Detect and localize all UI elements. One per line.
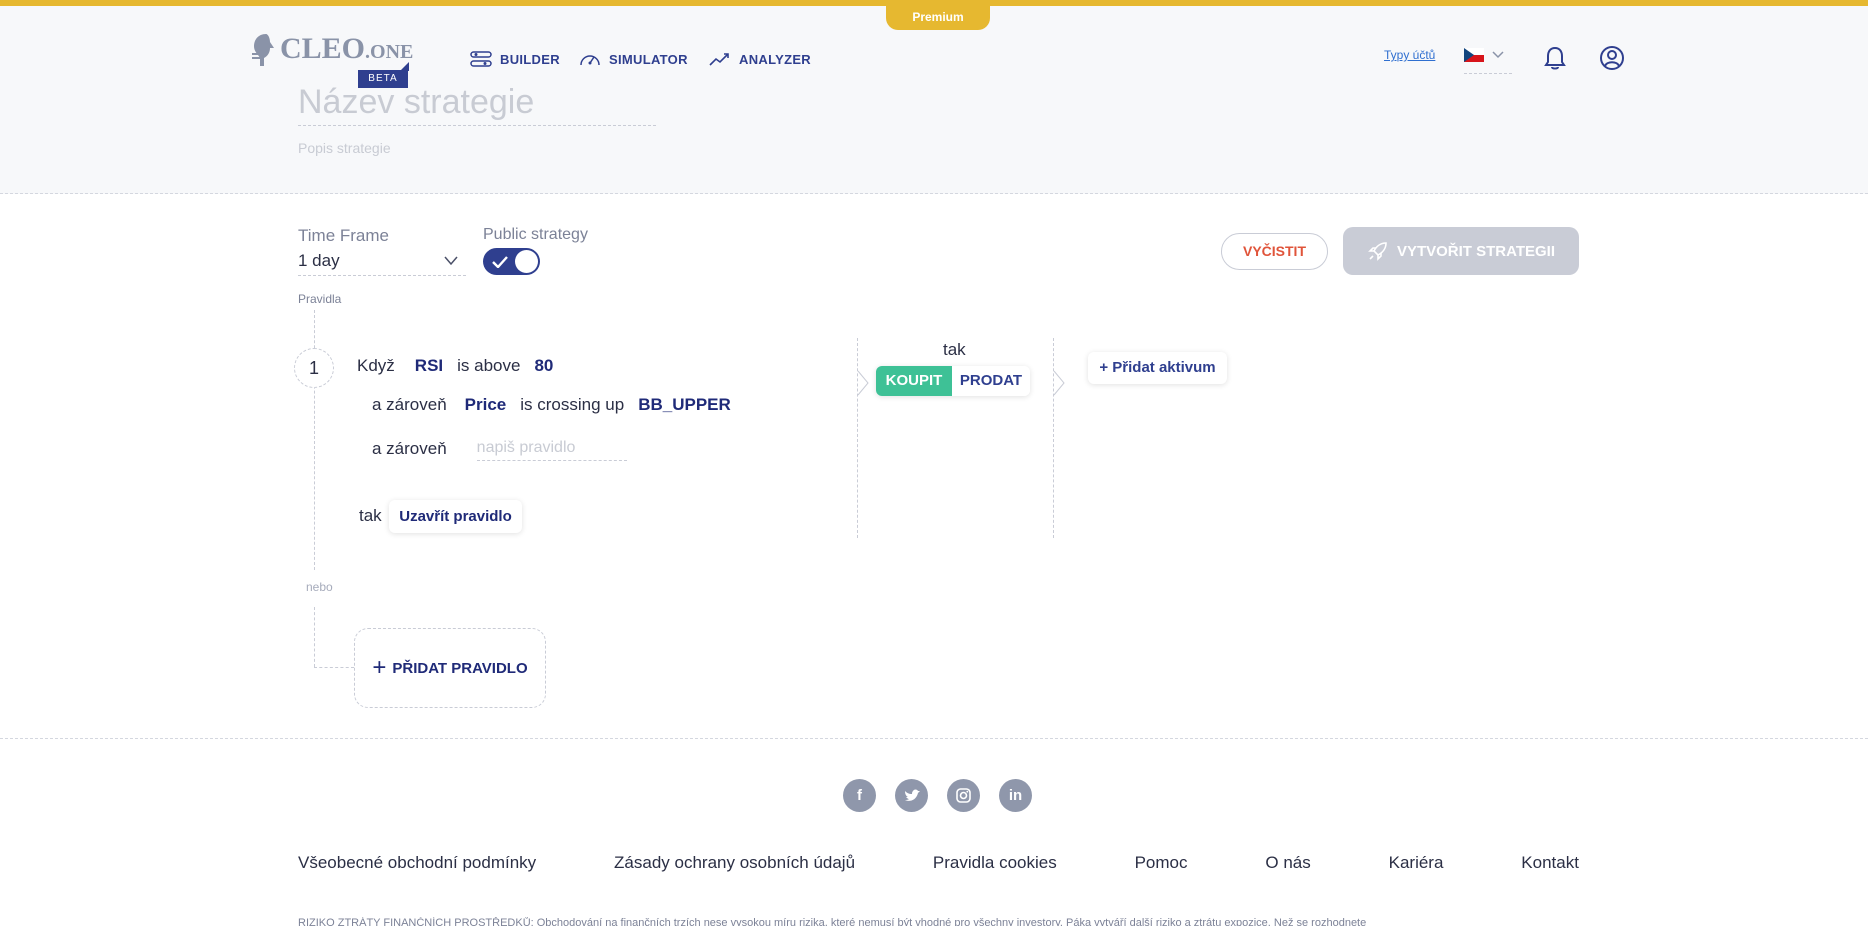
public-strategy-toggle[interactable] — [483, 248, 540, 275]
buy-button[interactable]: KOUPIT — [876, 366, 952, 396]
bell-icon[interactable] — [1541, 44, 1569, 72]
buy-sell-switch: KOUPIT PRODAT — [876, 366, 1030, 396]
nav-analyzer-label: ANALYZER — [739, 51, 811, 67]
divider — [1053, 338, 1054, 538]
condition-prefix: a zároveň — [372, 439, 447, 458]
footer-link[interactable]: Kontakt — [1521, 853, 1579, 873]
account-types-link[interactable]: Typy účtů — [1384, 48, 1435, 62]
chevron-right-icon — [857, 370, 869, 396]
nav-analyzer[interactable]: ANALYZER — [709, 50, 811, 68]
rule-number: 1 — [294, 348, 334, 388]
premium-tab[interactable]: Premium — [886, 6, 990, 30]
condition-operator[interactable]: is crossing up — [520, 395, 624, 415]
risk-disclaimer: RIZIKO ZTRÁTY FINANČNÍCH PROSTŘEDKŮ: Obc… — [298, 917, 1367, 926]
public-strategy-label: Public strategy — [483, 226, 588, 243]
connector-line — [314, 667, 354, 668]
chevron-down-icon — [1492, 51, 1504, 59]
logo-figure-icon — [252, 34, 274, 66]
page: CLEO.ONE BETA BUILDER SIMULATOR ANALYZER… — [0, 0, 1868, 926]
condition-value[interactable]: BB_UPPER — [638, 395, 731, 415]
instagram-icon[interactable] — [947, 779, 980, 812]
facebook-icon[interactable]: f — [843, 779, 876, 812]
condition-operator[interactable]: is above — [457, 356, 520, 376]
nav-builder-label: BUILDER — [500, 51, 560, 67]
divider — [857, 338, 858, 538]
condition-row[interactable]: Když RSI is above 80 — [357, 356, 553, 376]
speedometer-icon — [580, 55, 600, 66]
twitter-icon[interactable] — [895, 779, 928, 812]
connector-line — [314, 607, 315, 667]
footer-link[interactable]: Kariéra — [1389, 853, 1444, 873]
toggle-knob — [515, 250, 538, 273]
footer-link[interactable]: Pomoc — [1135, 853, 1188, 873]
rule-input[interactable]: napiš pravidlo — [476, 437, 627, 461]
create-strategy-label: VYTVOŘIT STRATEGII — [1396, 242, 1556, 260]
nav-simulator-label: SIMULATOR — [609, 51, 688, 67]
rules-section-label: Pravidla — [298, 292, 342, 306]
language-selector[interactable] — [1464, 48, 1512, 74]
chevron-right-icon — [1053, 370, 1065, 396]
condition-value[interactable]: 80 — [534, 356, 553, 376]
timeframe-select[interactable]: 1 day — [298, 248, 466, 276]
create-strategy-button[interactable]: VYTVOŘIT STRATEGII — [1343, 227, 1579, 275]
add-rule-label: PŘIDAT PRAVIDLO — [392, 659, 528, 677]
rocket-icon — [1368, 242, 1387, 261]
linkedin-icon[interactable]: in — [999, 779, 1032, 812]
logo[interactable]: CLEO.ONE BETA — [248, 24, 414, 88]
timeframe-value: 1 day — [298, 251, 340, 270]
or-label: nebo — [306, 580, 333, 594]
sell-button[interactable]: PRODAT — [952, 366, 1030, 396]
footer-link[interactable]: Pravidla cookies — [933, 853, 1057, 873]
footer-link[interactable]: O nás — [1265, 853, 1310, 873]
condition-prefix: Když — [357, 356, 395, 375]
footer-link[interactable]: Zásady ochrany osobních údajů — [614, 853, 855, 873]
action-label: tak — [943, 340, 966, 359]
check-icon — [492, 256, 508, 268]
clear-button[interactable]: VYČISTIT — [1221, 233, 1328, 270]
footer-links: Všeobecné obchodní podmínky Zásady ochra… — [298, 853, 1579, 873]
strategy-header-area — [0, 90, 1868, 194]
new-condition-row: a zároveň napiš pravidlo — [372, 437, 627, 461]
sliders-icon — [470, 51, 492, 67]
plus-icon: + — [372, 654, 387, 681]
nav-builder[interactable]: BUILDER — [470, 50, 560, 68]
add-rule-button[interactable]: + PŘIDAT PRAVIDLO — [354, 628, 546, 708]
cz-flag-icon — [1464, 48, 1484, 62]
add-asset-button[interactable]: + Přidat aktivum — [1088, 352, 1227, 384]
condition-indicator[interactable]: RSI — [415, 356, 443, 376]
then-label: tak — [359, 506, 382, 525]
strategy-name-input[interactable]: Název strategie — [298, 78, 656, 126]
chevron-down-icon — [444, 256, 458, 266]
footer-link[interactable]: Všeobecné obchodní podmínky — [298, 853, 536, 873]
nav-simulator[interactable]: SIMULATOR — [579, 50, 688, 68]
strategy-description-input[interactable]: Popis strategie — [298, 140, 391, 156]
condition-prefix: a zároveň — [372, 395, 447, 414]
logo-text: CLEO.ONE — [280, 32, 414, 65]
timeframe-label: Time Frame — [298, 226, 389, 245]
close-rule-button[interactable]: Uzavřít pravidlo — [389, 500, 522, 533]
condition-row[interactable]: a zároveň Price is crossing up BB_UPPER — [372, 395, 731, 415]
condition-indicator[interactable]: Price — [465, 395, 507, 415]
trend-icon — [709, 53, 729, 66]
user-icon[interactable] — [1598, 44, 1626, 72]
social-links: f in — [843, 779, 1032, 812]
footer: f in Všeobecné obchodní podmínky Zásady … — [0, 738, 1868, 926]
